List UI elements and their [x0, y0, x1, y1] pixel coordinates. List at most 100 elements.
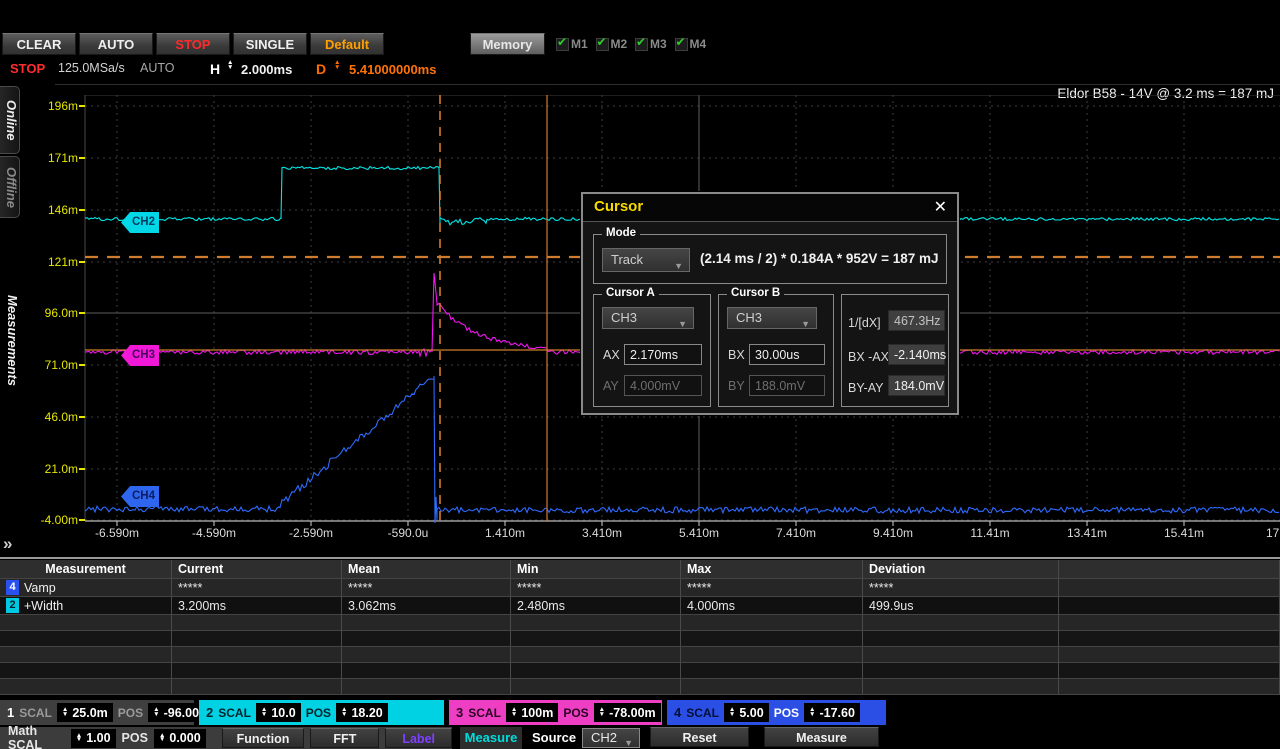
position-label: POS: [774, 706, 799, 720]
m1-checkbox[interactable]: M1: [556, 36, 588, 52]
empty-cell: [681, 663, 863, 678]
measurement-table: MeasurementCurrentMeanMinMaxDeviation4Va…: [0, 560, 1280, 695]
channel-badge: 4: [6, 580, 19, 595]
cursor-dialog-title: Cursor: [594, 198, 643, 215]
h-spinner-icon[interactable]: ▲▼: [227, 61, 233, 70]
position-value-input[interactable]: ▲▼-78.00m: [594, 703, 661, 722]
empty-cell: [863, 679, 1059, 694]
horizontal-scale-value[interactable]: 2.000ms: [241, 62, 292, 77]
scale-value-input[interactable]: ▲▼10.0: [256, 703, 301, 722]
ay-input: 4.000mV: [624, 375, 702, 396]
cursor-results-group: 1/[dX] 467.3Hz BX -AX -2.140ms BY-AY 184…: [841, 294, 949, 407]
bx-label: BX: [728, 348, 745, 362]
memory-button[interactable]: Memory: [470, 33, 545, 55]
measurement-value: 4.000ms: [681, 597, 863, 614]
cursor-a-source-dropdown[interactable]: CH3 ▼: [602, 307, 694, 329]
empty-cell: [0, 663, 172, 678]
table-row[interactable]: [0, 631, 1280, 647]
expand-panel-icon[interactable]: »: [3, 534, 10, 554]
table-row[interactable]: MeasurementCurrentMeanMinMaxDeviation: [0, 560, 1280, 579]
table-row[interactable]: [0, 647, 1280, 663]
divider: [55, 84, 1280, 85]
m3-checkbox[interactable]: M3: [635, 36, 667, 52]
channel-2-scale-bar: 2SCAL▲▼10.0POS▲▼18.20: [199, 700, 444, 725]
scale-value-input[interactable]: ▲▼100m: [506, 703, 558, 722]
spinner-icon[interactable]: ▲▼: [159, 734, 165, 743]
math-scale-input[interactable]: ▲▼ 1.00: [71, 729, 116, 748]
column-header: Measurement: [0, 560, 172, 578]
ay-label: AY: [603, 379, 619, 393]
x-tick-label: 15.41m: [1164, 526, 1204, 540]
empty-cell: [0, 615, 172, 630]
spinner-icon[interactable]: ▲▼: [76, 734, 82, 743]
chevron-down-icon: ▼: [801, 314, 810, 334]
ax-label: AX: [603, 348, 620, 362]
mode-group: Mode Track ▼ (2.14 ms / 2) * 0.184A * 95…: [593, 234, 947, 284]
measure-setup-button[interactable]: Measure Setup: [764, 727, 879, 747]
source-dropdown[interactable]: CH2 ▼: [582, 728, 640, 748]
delay-label: D: [316, 61, 326, 77]
m2-checkbox[interactable]: M2: [596, 36, 628, 52]
measurement-name: +Width: [24, 599, 63, 613]
table-row[interactable]: 4Vamp*************************: [0, 579, 1280, 597]
empty-cell: [681, 615, 863, 630]
oscilloscope-app: CLEARAUTOSTOPSINGLEDefaultMemoryM1M2M3M4…: [0, 0, 1280, 749]
close-icon[interactable]: ✕: [934, 197, 947, 217]
cursor-dialog-titlebar[interactable]: Cursor ✕: [583, 194, 957, 222]
measurement-value: [1059, 579, 1280, 596]
measure-button[interactable]: Measure: [460, 727, 522, 749]
mode-dropdown[interactable]: Track ▼: [602, 248, 690, 272]
measurement-value: *****: [342, 579, 511, 596]
delay-spinner-icon[interactable]: ▲▼: [334, 61, 340, 70]
empty-cell: [863, 615, 1059, 630]
default-button[interactable]: Default: [310, 33, 384, 55]
channel-number: 3: [456, 705, 463, 720]
single-button[interactable]: SINGLE: [233, 33, 307, 55]
x-tick-label: 7.410m: [776, 526, 816, 540]
table-row[interactable]: [0, 663, 1280, 679]
trigger-mode: AUTO: [140, 61, 175, 75]
sidebar-tab-measurements[interactable]: Measurements: [2, 280, 20, 402]
sidebar-tab-online[interactable]: Online: [0, 86, 20, 154]
channel-number: 2: [206, 705, 213, 720]
column-header: Mean: [342, 560, 511, 578]
stop-button[interactable]: STOP: [156, 33, 230, 55]
clear-button[interactable]: CLEAR: [2, 33, 76, 55]
x-tick-label: -6.590m: [95, 526, 139, 540]
scale-value-input[interactable]: ▲▼5.00: [724, 703, 769, 722]
measurement-value: *****: [511, 579, 681, 596]
position-label: POS: [306, 706, 331, 720]
cursor-b-source-dropdown[interactable]: CH3 ▼: [727, 307, 817, 329]
x-tick-label: 11.41m: [970, 526, 1009, 540]
y-tick-label: 96.0m: [18, 306, 78, 320]
column-header: Max: [681, 560, 863, 578]
empty-cell: [863, 663, 1059, 678]
fft-button[interactable]: FFT: [310, 728, 379, 748]
label-button[interactable]: Label: [385, 728, 452, 748]
empty-cell: [342, 663, 511, 678]
position-value-input[interactable]: ▲▼-17.60: [804, 703, 860, 722]
math-pos-input[interactable]: ▲▼ 0.000: [154, 729, 206, 748]
checkbox-checked-icon: [596, 38, 609, 51]
sidebar-tab-offline[interactable]: Offline: [0, 156, 20, 218]
table-row[interactable]: [0, 615, 1280, 631]
function-button[interactable]: Function: [222, 728, 305, 748]
divider: [0, 557, 1280, 559]
acquisition-state: STOP: [10, 61, 45, 76]
empty-cell: [681, 647, 863, 662]
position-value-input[interactable]: ▲▼18.20: [336, 703, 388, 722]
auto-button[interactable]: AUTO: [79, 33, 153, 55]
cursor-dialog: Cursor ✕ Mode Track ▼ (2.14 ms / 2) * 0.…: [581, 192, 959, 415]
scale-value-input[interactable]: ▲▼25.0m: [57, 703, 113, 722]
bx-input[interactable]: 30.00us: [749, 344, 825, 365]
empty-cell: [342, 647, 511, 662]
table-row[interactable]: [0, 679, 1280, 695]
x-tick-label: 9.410m: [873, 526, 913, 540]
memory-check-label: M4: [690, 37, 707, 51]
ax-input[interactable]: 2.170ms: [624, 344, 702, 365]
delay-value[interactable]: 5.41000000ms: [349, 62, 436, 77]
reset-statistic-button[interactable]: Reset Statistic: [650, 727, 749, 747]
m4-checkbox[interactable]: M4: [675, 36, 707, 52]
empty-cell: [172, 663, 342, 678]
table-row[interactable]: 2+Width3.200ms3.062ms2.480ms4.000ms499.9…: [0, 597, 1280, 615]
